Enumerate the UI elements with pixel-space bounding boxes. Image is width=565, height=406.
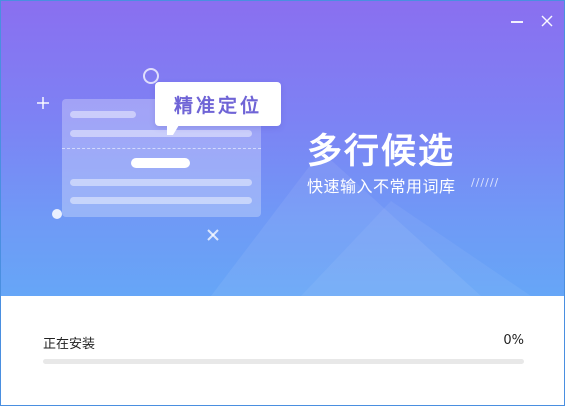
install-progress-bar — [43, 359, 524, 364]
close-button[interactable] — [537, 11, 557, 31]
dot-icon — [52, 209, 62, 219]
installer-window: 精准定位 多行候选 快速输入不常用词库 ////// 正在安装 0% — [0, 0, 565, 406]
plus-icon — [37, 97, 49, 109]
illustration: 精准定位 — [1, 1, 301, 296]
card-divider — [62, 148, 261, 149]
install-status: 正在安装 — [43, 337, 96, 352]
feature-title: 多行候选 — [307, 132, 456, 172]
install-percent: 0% — [503, 333, 524, 348]
banner-decoration — [301, 201, 531, 296]
card-line — [70, 197, 252, 204]
speech-bubble: 精准定位 — [155, 82, 281, 126]
close-icon — [541, 15, 553, 27]
speech-bubble-tail — [167, 125, 179, 135]
circle-icon — [143, 68, 159, 84]
card-highlight — [131, 158, 190, 168]
bubble-text: 精准定位 — [173, 94, 262, 117]
minimize-button[interactable] — [507, 11, 527, 31]
subtitle-decoration: ////// — [471, 176, 500, 189]
card-line — [70, 130, 252, 137]
cross-icon — [207, 229, 219, 241]
feature-subtitle: 快速输入不常用词库 — [307, 177, 456, 196]
card-line — [70, 179, 252, 186]
minimize-icon — [511, 21, 523, 23]
banner: 精准定位 多行候选 快速输入不常用词库 ////// — [1, 1, 564, 296]
card-line — [70, 111, 136, 118]
